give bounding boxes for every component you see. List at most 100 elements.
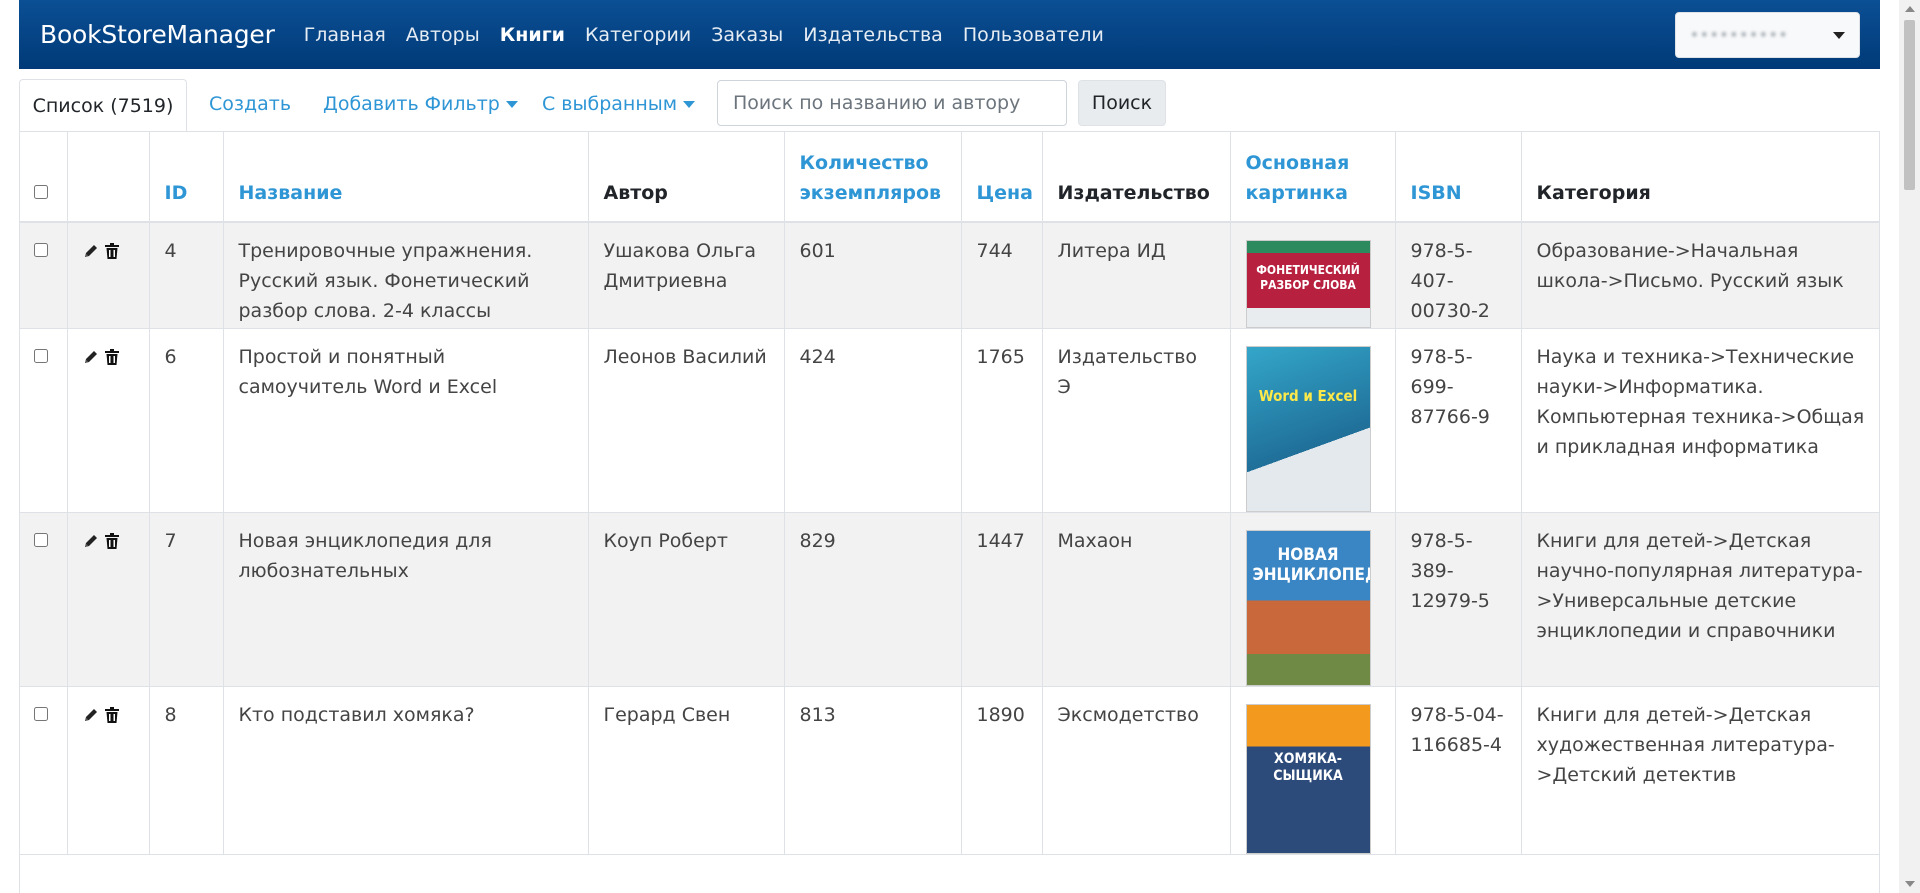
cover-title: Word и Excel (1258, 387, 1358, 405)
cell-category: Образование->Начальная школа->Письмо. Ру… (1521, 222, 1879, 329)
nav-link-orders[interactable]: Заказы (711, 24, 783, 46)
tab-list[interactable]: Список (7519) (19, 79, 187, 132)
cell-author: Ушакова Ольга Дмитриевна (588, 222, 785, 329)
cell-publisher: Издательство Э (1042, 328, 1231, 513)
scroll-up-arrow-icon[interactable] (1905, 6, 1915, 12)
actions-cell (67, 328, 150, 513)
user-name: •••••••••• (1690, 26, 1789, 44)
cell-id: 6 (149, 328, 224, 513)
chevron-down-icon (1833, 31, 1845, 39)
table-row: 6 Простой и понятный самоучитель Word и … (20, 328, 1879, 513)
select-cell (20, 512, 68, 687)
cell-publisher: Махаон (1042, 512, 1231, 687)
cell-image: Word и Excel (1230, 328, 1396, 513)
top-navbar: BookStoreManager Главная Авторы Книги Ка… (19, 0, 1880, 69)
scroll-down-arrow-icon[interactable] (1905, 881, 1915, 887)
cell-id: 7 (149, 512, 224, 687)
cell-quantity: 601 (784, 222, 962, 329)
add-filter-dropdown[interactable]: Добавить Фильтр (323, 93, 518, 115)
search-button[interactable]: Поиск (1078, 80, 1166, 126)
brand-logo[interactable]: BookStoreManager (40, 20, 275, 49)
edit-icon[interactable] (83, 243, 99, 259)
header-isbn[interactable]: ISBN (1395, 132, 1522, 223)
cell-price: 1890 (961, 686, 1043, 855)
cell-publisher: Литера ИД (1042, 222, 1231, 329)
row-checkbox[interactable] (34, 533, 48, 547)
book-cover-image: Word и Excel (1245, 346, 1371, 512)
cell-isbn: 978-5-389-12979-5 (1395, 512, 1522, 687)
chevron-down-icon (505, 100, 518, 108)
cell-title: Тренировочные упражнения. Русский язык. … (223, 222, 589, 329)
cell-id: 8 (149, 686, 224, 855)
header-title[interactable]: Название (223, 132, 589, 223)
header-price[interactable]: Цена (961, 132, 1043, 223)
row-checkbox[interactable] (34, 349, 48, 363)
trash-icon[interactable] (104, 243, 119, 259)
with-selected-label: С выбранным (542, 93, 678, 115)
header-image[interactable]: Основная картинка (1230, 132, 1396, 223)
toolbar: Список (7519) Создать Добавить Фильтр С … (19, 79, 1880, 132)
header-id[interactable]: ID (149, 132, 224, 223)
trash-icon[interactable] (104, 349, 119, 365)
table-row: 4 Тренировочные упражнения. Русский язык… (20, 222, 1879, 329)
cell-title: Кто подставил хомяка? (223, 686, 589, 855)
cell-id: 4 (149, 222, 224, 329)
header-publisher: Издательство (1042, 132, 1231, 223)
cell-title: Новая энциклопедия для любознательных (223, 512, 589, 687)
create-link[interactable]: Создать (209, 93, 291, 115)
cell-category: Книги для детей->Детская научно-популярн… (1521, 512, 1879, 687)
cell-price: 1765 (961, 328, 1043, 513)
scroll-thumb[interactable] (1904, 20, 1915, 190)
cover-title: НОВАЯ ЭНЦИКЛОПЕДИЯ (1252, 545, 1370, 585)
cell-author: Коуп Роберт (588, 512, 785, 687)
select-cell (20, 328, 68, 513)
cell-author: Герард Свен (588, 686, 785, 855)
select-all-checkbox[interactable] (34, 185, 48, 199)
actions-cell (67, 686, 150, 855)
with-selected-dropdown[interactable]: С выбранным (542, 93, 696, 115)
user-dropdown[interactable]: •••••••••• (1675, 12, 1860, 58)
cell-category: Книги для детей->Детская художественная … (1521, 686, 1879, 855)
header-quantity[interactable]: Количество экземпляров (784, 132, 962, 223)
nav-link-home[interactable]: Главная (304, 24, 386, 46)
add-filter-label: Добавить Фильтр (323, 93, 500, 115)
edit-icon[interactable] (83, 533, 99, 549)
trash-icon[interactable] (104, 533, 119, 549)
cell-title: Простой и понятный самоучитель Word и Ex… (223, 328, 589, 513)
book-cover-image: ФОНЕТИЧЕСКИЙ РАЗБОР СЛОВА (1245, 240, 1371, 328)
nav-link-publishers[interactable]: Издательства (803, 24, 943, 46)
cell-price: 1447 (961, 512, 1043, 687)
chevron-down-icon (683, 100, 696, 108)
cell-quantity: 424 (784, 328, 962, 513)
select-cell (20, 686, 68, 855)
nav-link-authors[interactable]: Авторы (406, 24, 480, 46)
cell-isbn: 978-5-04-116685-4 (1395, 686, 1522, 855)
cell-quantity: 829 (784, 512, 962, 687)
trash-icon[interactable] (104, 707, 119, 723)
row-checkbox[interactable] (34, 707, 48, 721)
page-scrollbar[interactable] (1899, 0, 1920, 893)
edit-icon[interactable] (83, 349, 99, 365)
nav-link-users[interactable]: Пользователи (963, 24, 1104, 46)
nav-link-categories[interactable]: Категории (585, 24, 691, 46)
cell-quantity: 813 (784, 686, 962, 855)
cell-image: ФОНЕТИЧЕСКИЙ РАЗБОР СЛОВА (1230, 222, 1396, 329)
select-cell (20, 222, 68, 329)
actions-cell (67, 222, 150, 329)
book-cover-image: НОВАЯ ЭНЦИКЛОПЕДИЯ (1245, 530, 1371, 686)
cover-title: ХОМЯКА-СЫЩИКА (1273, 751, 1343, 784)
cell-image: ХОМЯКА-СЫЩИКА (1230, 686, 1396, 855)
actions-cell (67, 512, 150, 687)
cover-title: ФОНЕТИЧЕСКИЙ РАЗБОР СЛОВА (1256, 263, 1360, 292)
nav-link-books[interactable]: Книги (500, 24, 565, 46)
edit-icon[interactable] (83, 707, 99, 723)
cell-publisher: Эксмодетство (1042, 686, 1231, 855)
books-table: ID Название Автор Количество экземпляров… (19, 131, 1880, 893)
cell-author: Леонов Василий (588, 328, 785, 513)
header-actions (67, 132, 150, 223)
table-row: 7 Новая энциклопедия для любознательных … (20, 512, 1879, 687)
table-header-row: ID Название Автор Количество экземпляров… (20, 132, 1879, 223)
search-input[interactable] (717, 80, 1067, 126)
row-checkbox[interactable] (34, 243, 48, 257)
header-select-cell (20, 132, 68, 223)
